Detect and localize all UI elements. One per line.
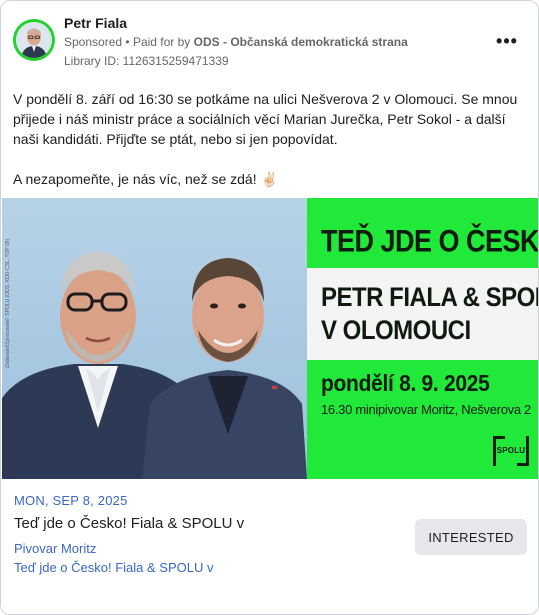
avatar-photo [16,22,52,58]
sponsored-label[interactable]: Sponsored [64,35,122,49]
avatar[interactable] [13,19,55,61]
campaign-venue: 16.30 minipivovar Moritz, Nešverova 2 [321,402,531,417]
library-id: Library ID: 1126315259471339 [64,54,229,68]
page-name[interactable]: Petr Fiala [64,15,127,31]
post-text: V pondělí 8. září od 16:30 se potkáme na… [13,89,525,189]
ad-creative[interactable]: Zadavatel/Zpracovatel: SPOLU (ODS, KDU-Č… [2,198,539,479]
ad-card: Petr Fiala Sponsored • Paid for by ODS -… [0,0,539,615]
event-footer[interactable]: MON, SEP 8, 2025 Teď jde o Česko! Fiala … [1,479,538,614]
candidates-photo: Zadavatel/Zpracovatel: SPOLU (ODS, KDU-Č… [2,198,307,479]
spolu-logo-text: SPOLU [496,446,526,455]
post-paragraph-2: A nezapomeňte, je nás víc, než se zdá! ✌… [13,171,278,187]
interested-button[interactable]: INTERESTED [415,519,527,555]
separator: • [125,35,130,49]
campaign-title: PETR FIALA & SPOLU V OLOMOUCI [321,282,538,348]
event-place-link[interactable]: Pivovar Moritz [14,541,96,556]
campaign-panel: TEĎ JDE O ČESKO! PETR FIALA & SPOLU V OL… [307,198,539,479]
campaign-headline: TEĎ JDE O ČESKO! [321,224,539,259]
event-subtitle-link[interactable]: Teď jde o Česko! Fiala & SPOLU v [14,560,213,575]
event-date: MON, SEP 8, 2025 [14,493,128,508]
more-options-button[interactable]: ••• [494,31,520,51]
paid-prefix: Paid for by [132,35,191,49]
paid-by-name: ODS - Občanská demokratická strana [193,35,408,49]
post-header: Petr Fiala Sponsored • Paid for by ODS -… [13,13,526,73]
disclaimer-note: Zadavatel/Zpracovatel: SPOLU (ODS, KDU-Č… [5,238,11,368]
campaign-title-box: PETR FIALA & SPOLU V OLOMOUCI [307,268,538,360]
sponsored-line: Sponsored • Paid for by ODS - Občanská d… [64,35,408,49]
post-paragraph-1: V pondělí 8. září od 16:30 se potkáme na… [13,91,518,147]
campaign-date: pondělí 8. 9. 2025 [321,371,490,397]
campaign-title-line-2: V OLOMOUCI [321,316,471,346]
spolu-logo: SPOLU [493,436,529,466]
event-title[interactable]: Teď jde o Česko! Fiala & SPOLU v [14,515,244,532]
campaign-title-line-1: PETR FIALA & SPOLU [321,283,538,313]
